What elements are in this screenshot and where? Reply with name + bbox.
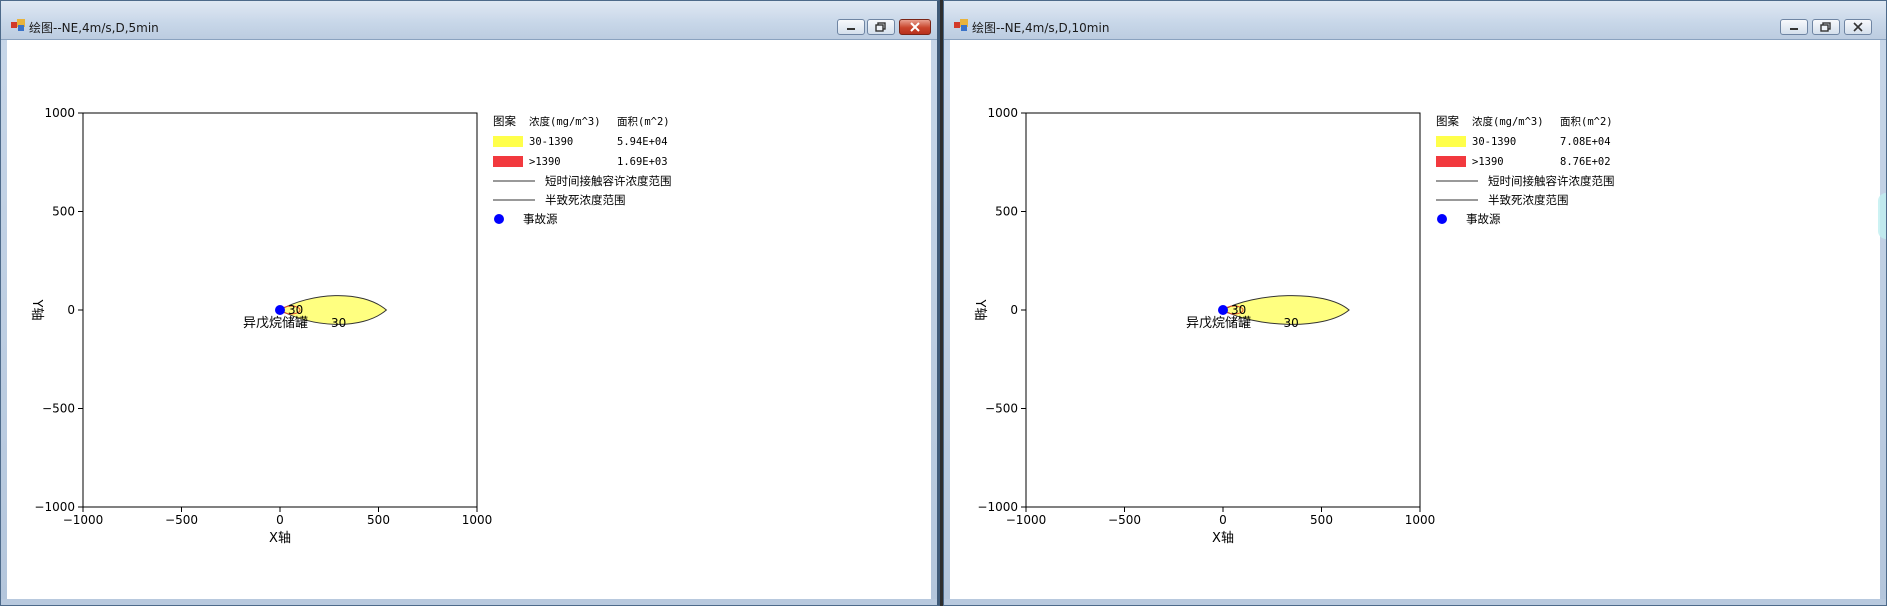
source-name-label: 异戊烷储罐 (1186, 316, 1251, 331)
restore-icon (875, 22, 886, 32)
x-axis-label: X轴 (269, 531, 291, 546)
maximize-button[interactable] (1812, 19, 1840, 35)
legend-swatch (1436, 156, 1466, 167)
x-tick-label: 0 (276, 513, 284, 527)
app-icon (954, 19, 968, 31)
contour-label: 30 (1284, 316, 1299, 330)
legend-source-label: 事故源 (523, 212, 558, 226)
plot-canvas: −1000 −500 0 500 1000 1000 500 0 −500 −1000 X轴 Y轴 30… (950, 40, 1880, 599)
accident-source-marker (1218, 305, 1228, 315)
x-tick-label: −1000 (63, 513, 104, 527)
y-tick-label: 1000 (44, 106, 75, 120)
legend-swatch (493, 156, 523, 167)
contour-label: 30 (331, 316, 346, 330)
x-tick-label: 0 (1219, 513, 1227, 527)
y-axis-label: Y轴 (972, 299, 987, 321)
x-tick-label: −500 (1108, 513, 1141, 527)
legend-range: >1390 (529, 156, 561, 168)
legend-header-concentration: 浓度(mg/m^3) (529, 115, 601, 128)
window-title: 绘图--NE,4m/s,D,5min (29, 21, 159, 35)
dispersion-plot: −1000 −500 0 500 1000 1000 500 0 −500 −1000 X轴 Y轴 30… (29, 106, 672, 546)
x-tick-label: 1000 (1405, 513, 1436, 527)
close-icon (1853, 22, 1863, 32)
legend-range: 30-1390 (1472, 136, 1516, 148)
legend-area: 7.08E+04 (1560, 136, 1611, 148)
y-tick-label: −500 (42, 402, 75, 416)
y-tick-label: 500 (52, 205, 75, 219)
window-border (1, 599, 937, 605)
legend-header-concentration: 浓度(mg/m^3) (1472, 115, 1544, 128)
plot-window-5min[interactable]: 绘图--NE,4m/s,D,5min −1000 −500 0 500 1000 1000… (0, 0, 940, 606)
dispersion-plot: −1000 −500 0 500 1000 1000 500 0 −500 −1000 X轴 Y轴 30… (972, 106, 1615, 546)
x-axis-label: X轴 (1212, 531, 1234, 546)
legend-source-label: 事故源 (1466, 212, 1501, 226)
legend-range: >1390 (1472, 156, 1504, 168)
minimize-icon (1790, 28, 1798, 30)
title-bar[interactable]: 绘图--NE,4m/s,D,10min (944, 1, 1886, 40)
legend-line-label: 半致死浓度范围 (1488, 193, 1569, 207)
legend-header-pattern: 图案 (1436, 114, 1459, 128)
restore-icon (1820, 22, 1831, 32)
y-tick-label: 0 (1010, 303, 1018, 317)
app-icon (11, 19, 25, 31)
legend-header-pattern: 图案 (493, 114, 516, 128)
close-button[interactable] (1844, 19, 1872, 35)
x-tick-label: −1000 (1006, 513, 1047, 527)
legend-line-label: 半致死浓度范围 (545, 193, 626, 207)
maximize-button[interactable] (867, 19, 895, 35)
legend-area: 5.94E+04 (617, 136, 668, 148)
minimize-button[interactable] (837, 19, 865, 35)
plot-canvas: −1000 −500 0 500 1000 1000 500 0 −500 −1000 X轴 Y轴 30… (7, 40, 931, 599)
legend-swatch (493, 136, 523, 147)
inner-contour-label: 30 (288, 303, 303, 317)
y-tick-label: 500 (995, 205, 1018, 219)
source-name-label: 异戊烷储罐 (243, 316, 308, 331)
legend-line-label: 短时间接触容许浓度范围 (545, 174, 672, 188)
y-tick-label: −1000 (34, 500, 75, 514)
accident-source-marker (275, 305, 285, 315)
y-tick-label: −1000 (977, 500, 1018, 514)
inner-contour-label: 30 (1231, 303, 1246, 317)
legend-line-label: 短时间接触容许浓度范围 (1488, 174, 1615, 188)
plot-window-10min[interactable]: 绘图--NE,4m/s,D,10min −1000 −500 0 500 1000 100… (943, 0, 1887, 606)
legend-range: 30-1390 (529, 136, 573, 148)
y-tick-label: 0 (67, 303, 75, 317)
legend-source-marker (1437, 214, 1447, 224)
legend-source-marker (494, 214, 504, 224)
legend-area: 1.69E+03 (617, 156, 668, 168)
legend-header-area: 面积(m^2) (1560, 116, 1613, 128)
y-tick-label: 1000 (987, 106, 1018, 120)
legend-area: 8.76E+02 (1560, 156, 1611, 168)
window-title: 绘图--NE,4m/s,D,10min (972, 21, 1110, 35)
x-tick-label: 500 (367, 513, 390, 527)
scroll-indicator (1878, 193, 1886, 239)
minimize-button[interactable] (1780, 19, 1808, 35)
title-bar[interactable]: 绘图--NE,4m/s,D,5min (1, 1, 937, 40)
y-axis-label: Y轴 (29, 299, 44, 321)
close-button[interactable] (899, 19, 931, 35)
close-icon (910, 22, 920, 32)
x-tick-label: 500 (1310, 513, 1333, 527)
x-tick-label: 1000 (462, 513, 493, 527)
minimize-icon (847, 28, 855, 30)
y-tick-label: −500 (985, 402, 1018, 416)
legend-swatch (1436, 136, 1466, 147)
x-tick-label: −500 (165, 513, 198, 527)
window-border (944, 599, 1886, 605)
legend-header-area: 面积(m^2) (617, 116, 670, 128)
